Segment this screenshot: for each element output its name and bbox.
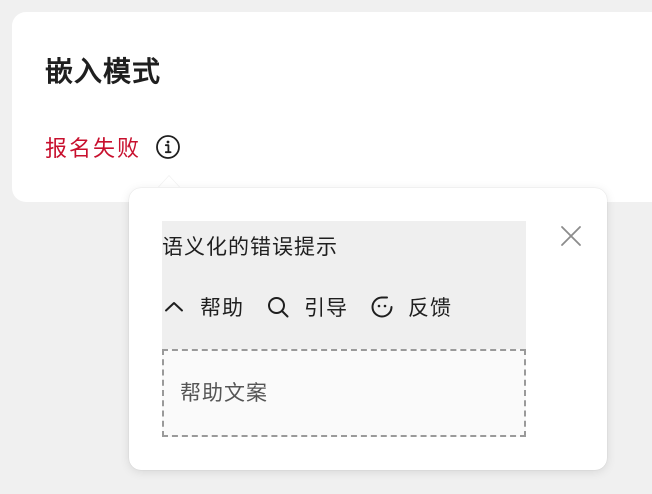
search-icon bbox=[266, 295, 290, 319]
error-status-text: 报名失败 bbox=[45, 137, 142, 162]
close-icon[interactable] bbox=[559, 224, 583, 248]
help-button[interactable]: 帮助 bbox=[162, 292, 244, 322]
help-text: 帮助文案 bbox=[180, 381, 268, 405]
help-label: 帮助 bbox=[200, 296, 244, 320]
error-tip-popover: 语义化的错误提示 帮助 引导 反馈 帮助文案 bbox=[129, 188, 607, 470]
guide-label: 引导 bbox=[304, 296, 348, 320]
action-row: 帮助 引导 反馈 bbox=[162, 291, 474, 323]
help-text-area: 帮助文案 bbox=[162, 349, 526, 437]
feedback-button[interactable]: 反馈 bbox=[370, 292, 452, 322]
popover-arrow bbox=[158, 176, 180, 188]
status-row: 报名失败 bbox=[45, 130, 181, 164]
feedback-label: 反馈 bbox=[408, 296, 452, 320]
chevron-up-icon bbox=[162, 295, 186, 319]
popover-title: 语义化的错误提示 bbox=[162, 235, 338, 259]
page: 嵌入模式 报名失败 语义化的错误提示 帮助 引导 反馈 帮助文案 bbox=[0, 0, 652, 494]
feedback-face-icon bbox=[370, 295, 394, 319]
info-circle-icon[interactable] bbox=[155, 134, 181, 160]
popover-content: 语义化的错误提示 帮助 引导 反馈 bbox=[162, 221, 526, 349]
embedded-mode-card: 嵌入模式 报名失败 bbox=[12, 12, 652, 202]
card-title: 嵌入模式 bbox=[45, 55, 162, 88]
guide-button[interactable]: 引导 bbox=[266, 292, 348, 322]
